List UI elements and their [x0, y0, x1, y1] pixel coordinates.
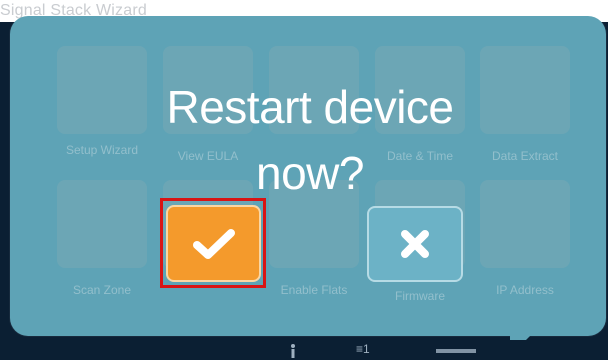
confirm-button[interactable] [166, 205, 261, 282]
progress-dots-icon [436, 349, 476, 353]
count-indicator: ≡1 [356, 342, 370, 356]
prompt-line-2: now? [256, 147, 364, 199]
tile-label: IP Address [496, 283, 554, 297]
tile-label: Enable Flats [280, 283, 348, 297]
prompt-line-1: Restart device [166, 81, 454, 133]
bottom-status-bar: ≡1 [0, 340, 608, 360]
tile-label: Scan Zone [72, 283, 132, 297]
dialog-prompt: Restart device now? [120, 74, 500, 206]
info-icon[interactable] [290, 344, 296, 358]
checkmark-icon [192, 228, 235, 259]
x-icon [401, 230, 429, 258]
tile-label: Firmware [395, 289, 445, 303]
cancel-button[interactable] [367, 206, 463, 282]
